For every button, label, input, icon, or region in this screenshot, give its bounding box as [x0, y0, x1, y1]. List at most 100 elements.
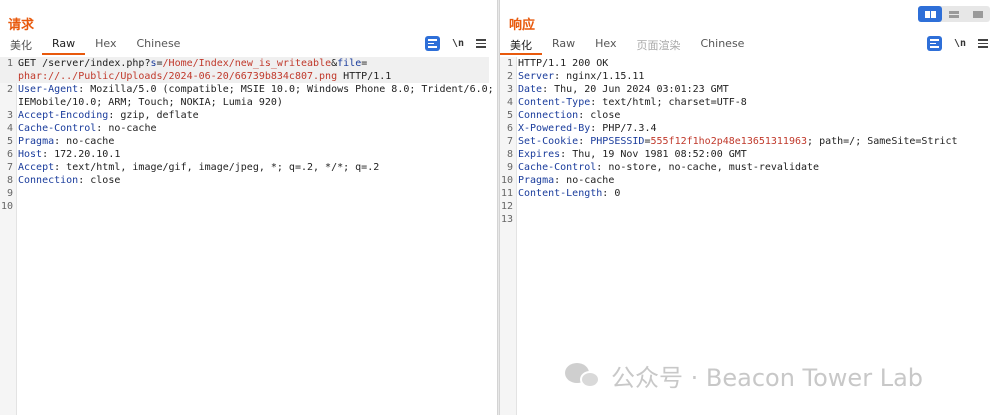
- tab-response-3[interactable]: 页面渲染: [627, 35, 691, 55]
- side-by-side-layout-icon[interactable]: [918, 6, 942, 22]
- code-line: 9: [0, 187, 489, 200]
- code-line: 1 GET /server/index.php?s=/Home/Index/new…: [0, 57, 489, 70]
- code-line: 2 User-Agent: Mozilla/5.0 (compatible; MS…: [0, 83, 494, 96]
- line-content: [14, 200, 18, 213]
- line-number: 8: [506, 149, 513, 160]
- line-number: 1: [506, 58, 513, 69]
- header-value: no-cache: [102, 123, 157, 134]
- single-pane-layout-icon[interactable]: [966, 6, 990, 22]
- line-content: Cache-Control: no-cache: [14, 122, 157, 135]
- header-value: text/html, image/gif, image/jpeg, *; q=.…: [60, 162, 380, 173]
- response-tabs: 美化 Raw Hex 页面渲染 Chinese: [500, 35, 754, 55]
- line-content: [514, 200, 518, 213]
- code-line: 7 Set-Cookie: PHPSESSID=555f12f1ho2p48e13…: [500, 135, 992, 148]
- word-wrap-icon[interactable]: [927, 36, 942, 51]
- header-name: Pragma: [518, 175, 555, 186]
- code-line: 3 Accept-Encoding: gzip, deflate: [0, 109, 489, 122]
- tab-request-3[interactable]: Chinese: [127, 35, 191, 55]
- header-value: no-cache: [60, 136, 115, 147]
- header-name: X-Powered-By: [518, 123, 591, 134]
- code-line: 12: [500, 200, 992, 213]
- header-value: no-store, no-cache, must-revalidate: [602, 162, 820, 173]
- line-number: 11: [500, 188, 513, 199]
- header-name: Accept: [18, 162, 55, 173]
- line-number: 10: [500, 175, 513, 186]
- line-number: 1: [6, 58, 13, 69]
- line-number: 2: [6, 84, 13, 95]
- header-name: Date: [518, 84, 543, 95]
- line-number: 10: [0, 201, 13, 212]
- line-number: 9: [6, 188, 13, 199]
- line-content: Content-Length: 0: [514, 187, 620, 200]
- line-content: GET /server/index.php?s=/Home/Index/new_…: [14, 57, 367, 70]
- line-number: 13: [500, 214, 513, 225]
- header-value: no-cache: [560, 175, 615, 186]
- line-number: 4: [6, 123, 13, 134]
- line-content: Pragma: no-cache: [14, 135, 114, 148]
- param-name: file: [337, 58, 362, 69]
- tab-request-2[interactable]: Hex: [85, 35, 126, 55]
- header-name: Content-Type: [518, 97, 591, 108]
- tab-request-1[interactable]: Raw: [42, 35, 86, 55]
- request-tools: \n: [425, 36, 487, 51]
- header-name: Cache-Control: [518, 162, 597, 173]
- show-newlines-button[interactable]: \n: [954, 38, 966, 49]
- line-number: 7: [6, 162, 13, 173]
- line-number: 4: [506, 97, 513, 108]
- header-colon: :: [578, 136, 591, 147]
- cookie-attributes: ; path=/; SameSite=Strict: [807, 136, 958, 147]
- header-value: text/html; charset=UTF-8: [596, 97, 747, 108]
- cookie-value: 555f12f1ho2p48e13651311963: [650, 136, 808, 147]
- tab-response-2[interactable]: Hex: [585, 35, 626, 55]
- menu-icon[interactable]: [978, 39, 989, 48]
- line-number: 8: [6, 175, 13, 186]
- line-content: [514, 213, 518, 226]
- tab-response-0[interactable]: 美化: [500, 35, 542, 55]
- line-content: HTTP/1.1 200 OK: [518, 58, 609, 69]
- code-line: IEMobile/10.0; ARM; Touch; NOKIA; Lumia …: [0, 96, 489, 109]
- code-line: 4 Cache-Control: no-cache: [0, 122, 489, 135]
- code-line: 10 Pragma: no-cache: [500, 174, 992, 187]
- response-tools: \n: [927, 36, 989, 51]
- header-value: gzip, deflate: [114, 110, 199, 121]
- code-line: 3 Date: Thu, 20 Jun 2024 03:01:23 GMT: [500, 83, 992, 96]
- request-pane: 请求 美化 Raw Hex Chinese \n 1 GET /server/index…: [0, 0, 497, 415]
- line-number: 9: [506, 162, 513, 173]
- menu-icon[interactable]: [476, 39, 487, 48]
- stacked-layout-icon[interactable]: [942, 6, 966, 22]
- param-equals: =: [361, 58, 368, 69]
- line-number: 6: [506, 123, 513, 134]
- line-content: Server: nginx/1.15.11: [514, 70, 644, 83]
- param-value: /Home/Index/new_is_writeable: [162, 58, 332, 69]
- line-content: User-Agent: Mozilla/5.0 (compatible; MSI…: [14, 83, 494, 96]
- request-title: 请求: [8, 18, 35, 33]
- header-name: Connection: [18, 175, 79, 186]
- word-wrap-icon[interactable]: [425, 36, 440, 51]
- line-content: [14, 187, 18, 200]
- header-name: Accept-Encoding: [18, 110, 109, 121]
- tab-response-1[interactable]: Raw: [542, 35, 585, 55]
- line-content: Host: 172.20.10.1: [14, 148, 120, 161]
- code-line: 7 Accept: text/html, image/gif, image/jpe…: [0, 161, 489, 174]
- line-content: Connection: close: [514, 109, 620, 122]
- watermark: 公众号 · Beacon Tower Lab: [565, 358, 923, 393]
- request-editor[interactable]: 1 GET /server/index.php?s=/Home/Index/new…: [0, 57, 497, 415]
- line-content: Content-Type: text/html; charset=UTF-8: [514, 96, 747, 109]
- code-line: 6 Host: 172.20.10.1: [0, 148, 489, 161]
- code-line: 11 Content-Length: 0: [500, 187, 992, 200]
- tab-response-4[interactable]: Chinese: [691, 35, 755, 55]
- response-lines: 1 HTTP/1.1 200 OK 2 Server: nginx/1.15.11 3 D…: [500, 57, 992, 226]
- line-content: Cache-Control: no-store, no-cache, must-…: [514, 161, 819, 174]
- request-lines: 1 GET /server/index.php?s=/Home/Index/new…: [0, 57, 494, 213]
- line-content: Set-Cookie: PHPSESSID=555f12f1ho2p48e136…: [514, 135, 958, 148]
- layout-toggle: [918, 6, 990, 22]
- show-newlines-button[interactable]: \n: [452, 38, 464, 49]
- line-number: 12: [500, 201, 513, 212]
- header-name: User-Agent: [18, 84, 79, 95]
- tab-request-0[interactable]: 美化: [0, 35, 42, 55]
- header-value: close: [584, 110, 621, 121]
- line-number: 5: [506, 110, 513, 121]
- line-number: 7: [506, 136, 513, 147]
- line-content: Accept-Encoding: gzip, deflate: [14, 109, 199, 122]
- code-line: 8 Expires: Thu, 19 Nov 1981 08:52:00 GMT: [500, 148, 992, 161]
